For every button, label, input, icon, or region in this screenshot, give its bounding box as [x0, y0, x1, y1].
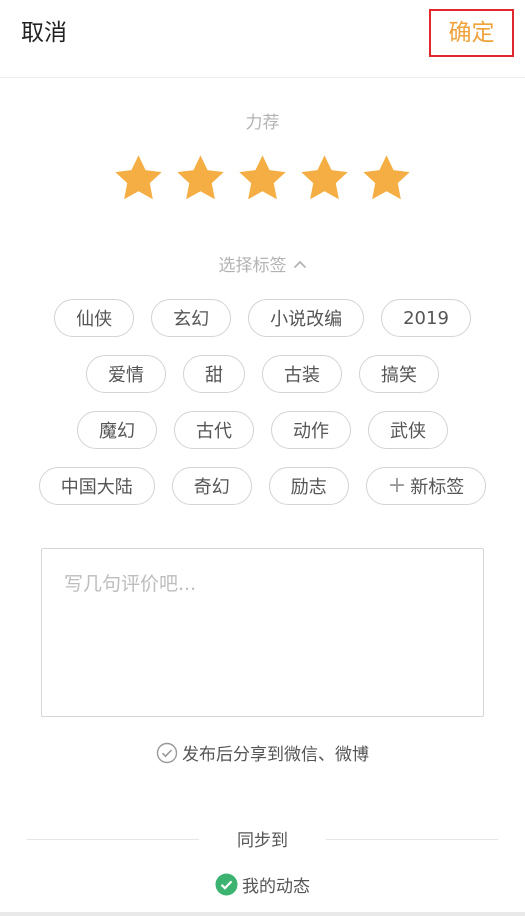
share-label: 发布后分享到微信、微博: [182, 745, 369, 765]
tag-chip[interactable]: 动作: [271, 411, 351, 449]
star-rating: [0, 152, 525, 212]
sync-divider: 同步到: [0, 826, 525, 852]
divider-line: [326, 839, 498, 840]
tag-chip[interactable]: 玄幻: [151, 299, 232, 337]
tag-toggle[interactable]: 选择标签: [0, 251, 525, 276]
bottom-divider: [0, 912, 525, 916]
star-icon[interactable]: [298, 152, 351, 205]
tag-chip[interactable]: 搞笑: [359, 355, 439, 393]
rating-label: 力荐: [245, 113, 280, 133]
review-input[interactable]: [42, 549, 483, 716]
star-icon[interactable]: [360, 152, 413, 205]
feed-label: 我的动态: [242, 877, 310, 897]
sync-feed-option[interactable]: 我的动态: [0, 872, 525, 897]
review-box: [41, 548, 484, 717]
tag-chip[interactable]: 励志: [268, 467, 349, 505]
star-icon[interactable]: [174, 152, 227, 205]
tag-chip[interactable]: 中国大陆: [38, 467, 155, 505]
tag-chip[interactable]: 魔幻: [77, 411, 157, 449]
star-icon[interactable]: [236, 152, 289, 205]
tag-row: 魔幻 古代 动作 武侠: [0, 411, 525, 449]
tag-row: 中国大陆 奇幻 励志 + 新标签: [0, 467, 525, 505]
tag-chip[interactable]: 古装: [262, 355, 342, 393]
star-icon[interactable]: [112, 152, 165, 205]
tag-chip[interactable]: 甜: [183, 355, 245, 393]
add-tag-label: 新标签: [410, 477, 465, 498]
tag-chip[interactable]: 爱情: [86, 355, 166, 393]
confirm-button[interactable]: 确定: [429, 9, 514, 57]
tag-chip[interactable]: 古代: [174, 411, 254, 449]
chevron-up-icon: [293, 260, 306, 269]
tag-toggle-label: 选择标签: [218, 256, 287, 276]
check-circle-icon[interactable]: [156, 742, 178, 764]
tag-chip[interactable]: 奇幻: [171, 467, 252, 505]
tag-row: 仙侠 玄幻 小说改编 2019: [0, 299, 525, 337]
tag-chip[interactable]: 小说改编: [248, 299, 365, 337]
share-option[interactable]: 发布后分享到微信、微博: [0, 740, 525, 765]
top-bar: 取消 确定: [0, 0, 525, 78]
add-tag-button[interactable]: + 新标签: [365, 467, 487, 505]
tag-chip[interactable]: 2019: [381, 299, 471, 337]
tag-chip[interactable]: 仙侠: [54, 299, 135, 337]
confirm-label: 确定: [448, 19, 495, 46]
cancel-button[interactable]: 取消: [21, 16, 67, 50]
tag-row: 爱情 甜 古装 搞笑: [0, 355, 525, 393]
checked-circle-icon[interactable]: [215, 873, 238, 896]
plus-icon: +: [387, 473, 407, 498]
tag-chip[interactable]: 武侠: [368, 411, 448, 449]
